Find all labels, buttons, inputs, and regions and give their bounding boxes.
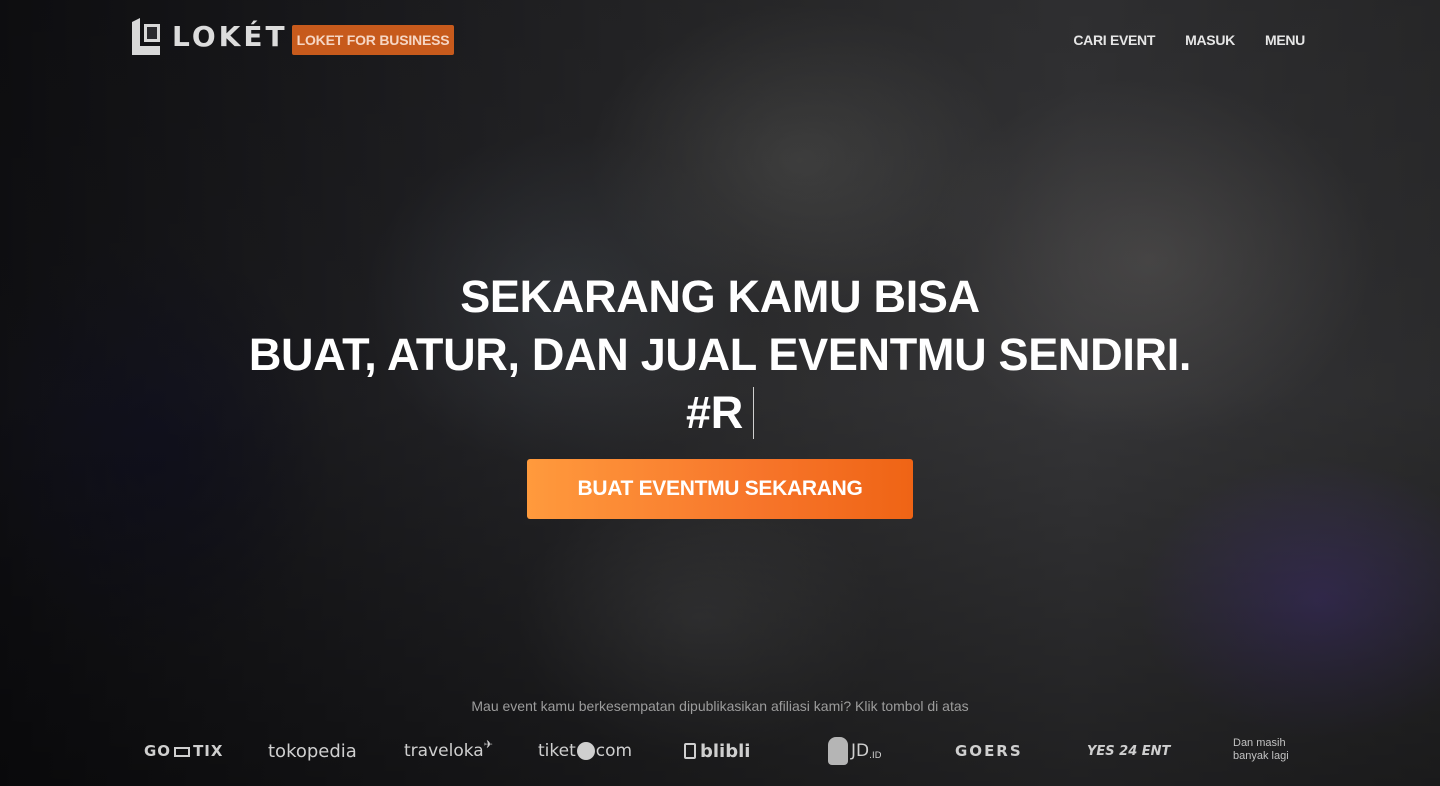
shopping-bag-icon — [684, 743, 696, 759]
affiliate-note: Mau event kamu berkesempatan dipublikasi… — [471, 698, 969, 714]
ticket-icon — [174, 747, 191, 757]
traveloka-logo: traveloka ✈ — [404, 733, 493, 769]
main-nav: CARI EVENT MASUK MENU — [1073, 32, 1305, 48]
goers-logo: GOERS — [955, 742, 1023, 760]
nav-masuk[interactable]: MASUK — [1185, 32, 1235, 48]
gotix-logo-right: TIX — [193, 742, 224, 760]
bird-icon: ✈ — [483, 737, 493, 751]
typed-text: #R — [686, 387, 743, 438]
typed-line: #R — [686, 384, 754, 442]
loket-logo[interactable]: LOKÉT — [130, 18, 288, 55]
headline-line-1: SEKARANG KAMU BISA — [460, 271, 980, 322]
loket-logo-icon — [130, 18, 162, 55]
tiket-logo-left: tiket — [538, 741, 576, 761]
gotix-logo: GO TIX — [144, 733, 223, 769]
blibli-logo-text: blibli — [700, 740, 751, 762]
gotix-logo-left: GO — [144, 742, 172, 760]
jd-mascot-icon — [828, 737, 848, 765]
traveloka-logo-text: traveloka — [404, 741, 484, 761]
nav-cari-event[interactable]: CARI EVENT — [1073, 32, 1155, 48]
site-header: LOKÉT LOKET FOR BUSINESS CARI EVENT MASU… — [0, 0, 1440, 80]
logo-text: LOKÉT — [172, 20, 288, 53]
typing-cursor — [752, 387, 754, 439]
create-event-button[interactable]: BUAT EVENTMU SEKARANG — [527, 459, 913, 519]
yes24-logo: YES 24 ENT — [1087, 743, 1171, 759]
tiket-logo: tiket com — [538, 733, 632, 769]
jd-logo: JD .ID — [828, 733, 882, 769]
jd-logo-suffix: .ID — [869, 751, 882, 761]
loket-for-business-button[interactable]: LOKET FOR BUSINESS — [292, 25, 454, 55]
more-partners-text: Dan masih banyak lagi — [1233, 737, 1289, 773]
hero-headline: SEKARANG KAMU BISA BUAT, ATUR, DAN JUAL … — [0, 268, 1440, 442]
more-line-1: Dan masih — [1233, 737, 1286, 749]
dot-icon — [576, 742, 595, 760]
tokopedia-logo: tokopedia — [268, 740, 357, 762]
blibli-logo: blibli — [684, 733, 750, 769]
nav-menu[interactable]: MENU — [1265, 32, 1305, 48]
jd-logo-text: JD — [851, 741, 870, 761]
more-line-2: banyak lagi — [1233, 750, 1289, 762]
headline-line-2: BUAT, ATUR, DAN JUAL EVENTMU SENDIRI. — [248, 329, 1192, 380]
partner-logos: GO TIX tokopedia traveloka ✈ tiket com blib… — [0, 733, 1440, 773]
tiket-logo-right: com — [595, 741, 633, 761]
